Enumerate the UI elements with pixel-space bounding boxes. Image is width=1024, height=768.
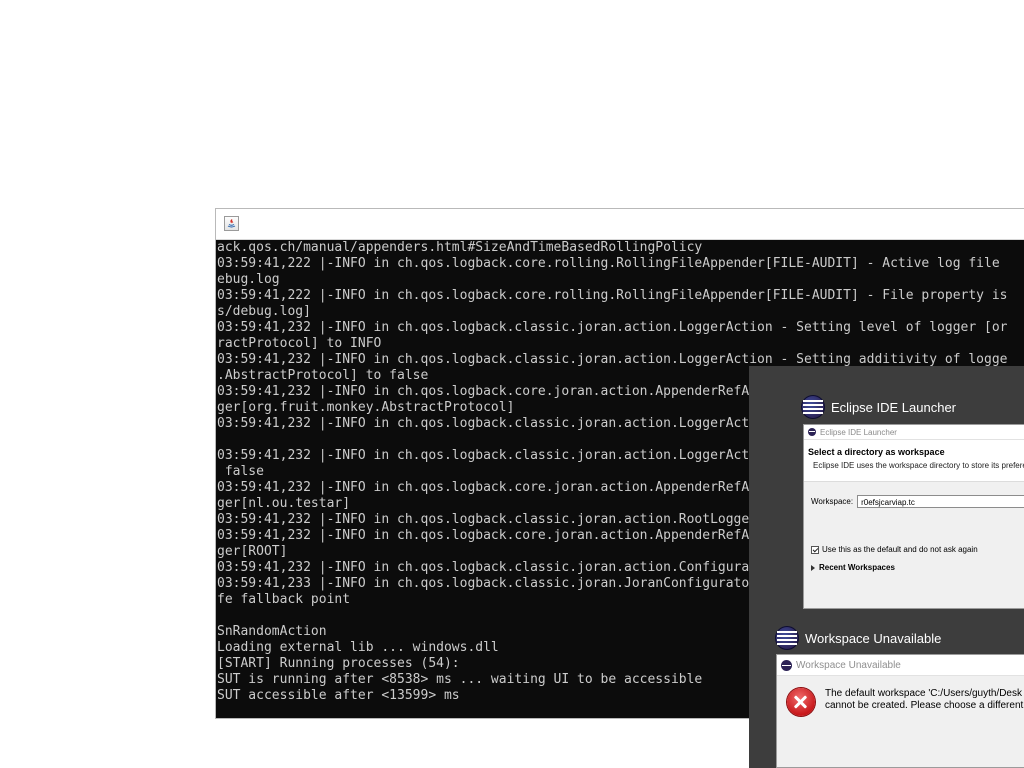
launcher-panel: Eclipse IDE Launcher Select a directory … — [803, 424, 1024, 609]
launcher-inner-titlebar[interactable]: Eclipse IDE Launcher — [804, 425, 1024, 440]
unavailable-inner-titlebar[interactable]: Workspace Unavailable — [777, 655, 1024, 676]
unavailable-message-line1: The default workspace 'C:/Users/guyth/De… — [825, 688, 1022, 699]
launcher-description: Eclipse IDE uses the workspace directory… — [813, 461, 1024, 470]
unavailable-inner-title: Workspace Unavailable — [796, 659, 901, 671]
recent-workspaces-toggle[interactable]: Recent Workspaces — [811, 563, 895, 572]
workspace-unavailable-dialog[interactable]: Workspace Unavailable The default worksp… — [776, 654, 1024, 768]
console-line: 03:59:41,222 |-INFO in ch.qos.logback.co… — [217, 288, 1008, 303]
console-line: ebug.log — [217, 272, 280, 287]
workspace-input[interactable]: r0efsjcarviap.tc — [857, 495, 1024, 508]
console-titlebar[interactable] — [216, 209, 1024, 240]
unavailable-message-line2: cannot be created. Please choose a diffe… — [825, 700, 1024, 711]
default-workspace-checkbox[interactable] — [811, 545, 819, 554]
eclipse-small-icon — [808, 428, 816, 436]
launcher-header: Select a directory as workspace Eclipse … — [804, 440, 1024, 482]
eclipse-logo-icon — [775, 626, 799, 650]
unavailable-titlebar[interactable]: Workspace Unavailable — [775, 625, 1024, 651]
workspace-row: Workspace: r0efsjcarviap.tc — [811, 495, 1024, 508]
unavailable-message: The default workspace 'C:/Users/guyth/De… — [825, 688, 1023, 712]
launcher-heading: Select a directory as workspace — [808, 447, 945, 457]
console-line: 03:59:41,222 |-INFO in ch.qos.logback.co… — [217, 256, 1000, 271]
console-line: ack.qos.ch/manual/appenders.html#SizeAnd… — [217, 240, 703, 255]
default-workspace-label: Use this as the default and do not ask a… — [822, 545, 978, 554]
unavailable-title: Workspace Unavailable — [805, 630, 942, 646]
launcher-inner-title: Eclipse IDE Launcher — [820, 427, 897, 437]
recent-workspaces-label: Recent Workspaces — [819, 563, 895, 572]
eclipse-logo-icon — [801, 395, 825, 419]
console-line: ractProtocol] to INFO — [217, 336, 382, 351]
workspace-label: Workspace: — [811, 497, 854, 506]
console-line: 03:59:41,232 |-INFO in ch.qos.logback.cl… — [217, 320, 1008, 335]
expand-arrow-icon — [811, 564, 815, 571]
error-icon — [787, 688, 815, 716]
eclipse-small-icon — [781, 659, 792, 671]
default-workspace-checkbox-row[interactable]: Use this as the default and do not ask a… — [811, 545, 978, 554]
launcher-title: Eclipse IDE Launcher — [831, 399, 957, 415]
console-line: s/debug.log] — [217, 304, 311, 319]
launcher-titlebar[interactable]: Eclipse IDE Launcher — [801, 394, 1024, 420]
java-icon — [224, 216, 239, 231]
